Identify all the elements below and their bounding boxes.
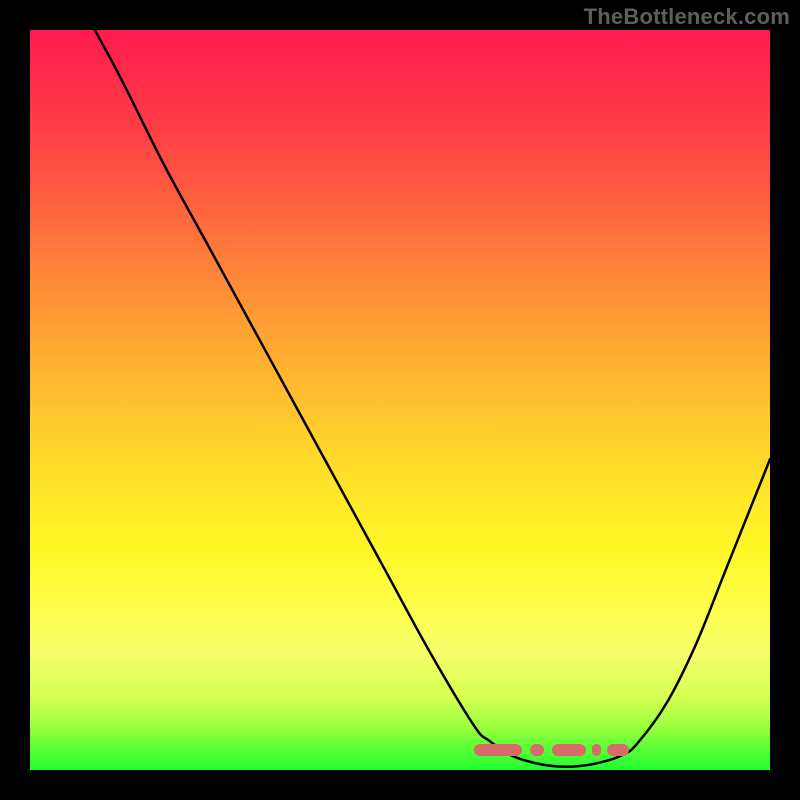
bottleneck-curve bbox=[30, 30, 770, 770]
marker-seg-5 bbox=[607, 744, 629, 756]
chart-frame: TheBottleneck.com bbox=[0, 0, 800, 800]
marker-seg-2 bbox=[530, 744, 544, 756]
plot-area bbox=[30, 30, 770, 770]
marker-seg-1 bbox=[474, 744, 522, 756]
curve-path bbox=[30, 30, 770, 767]
optimal-range-marker bbox=[474, 744, 629, 756]
marker-seg-3 bbox=[552, 744, 586, 756]
marker-seg-4 bbox=[592, 744, 601, 756]
watermark-text: TheBottleneck.com bbox=[584, 4, 790, 30]
